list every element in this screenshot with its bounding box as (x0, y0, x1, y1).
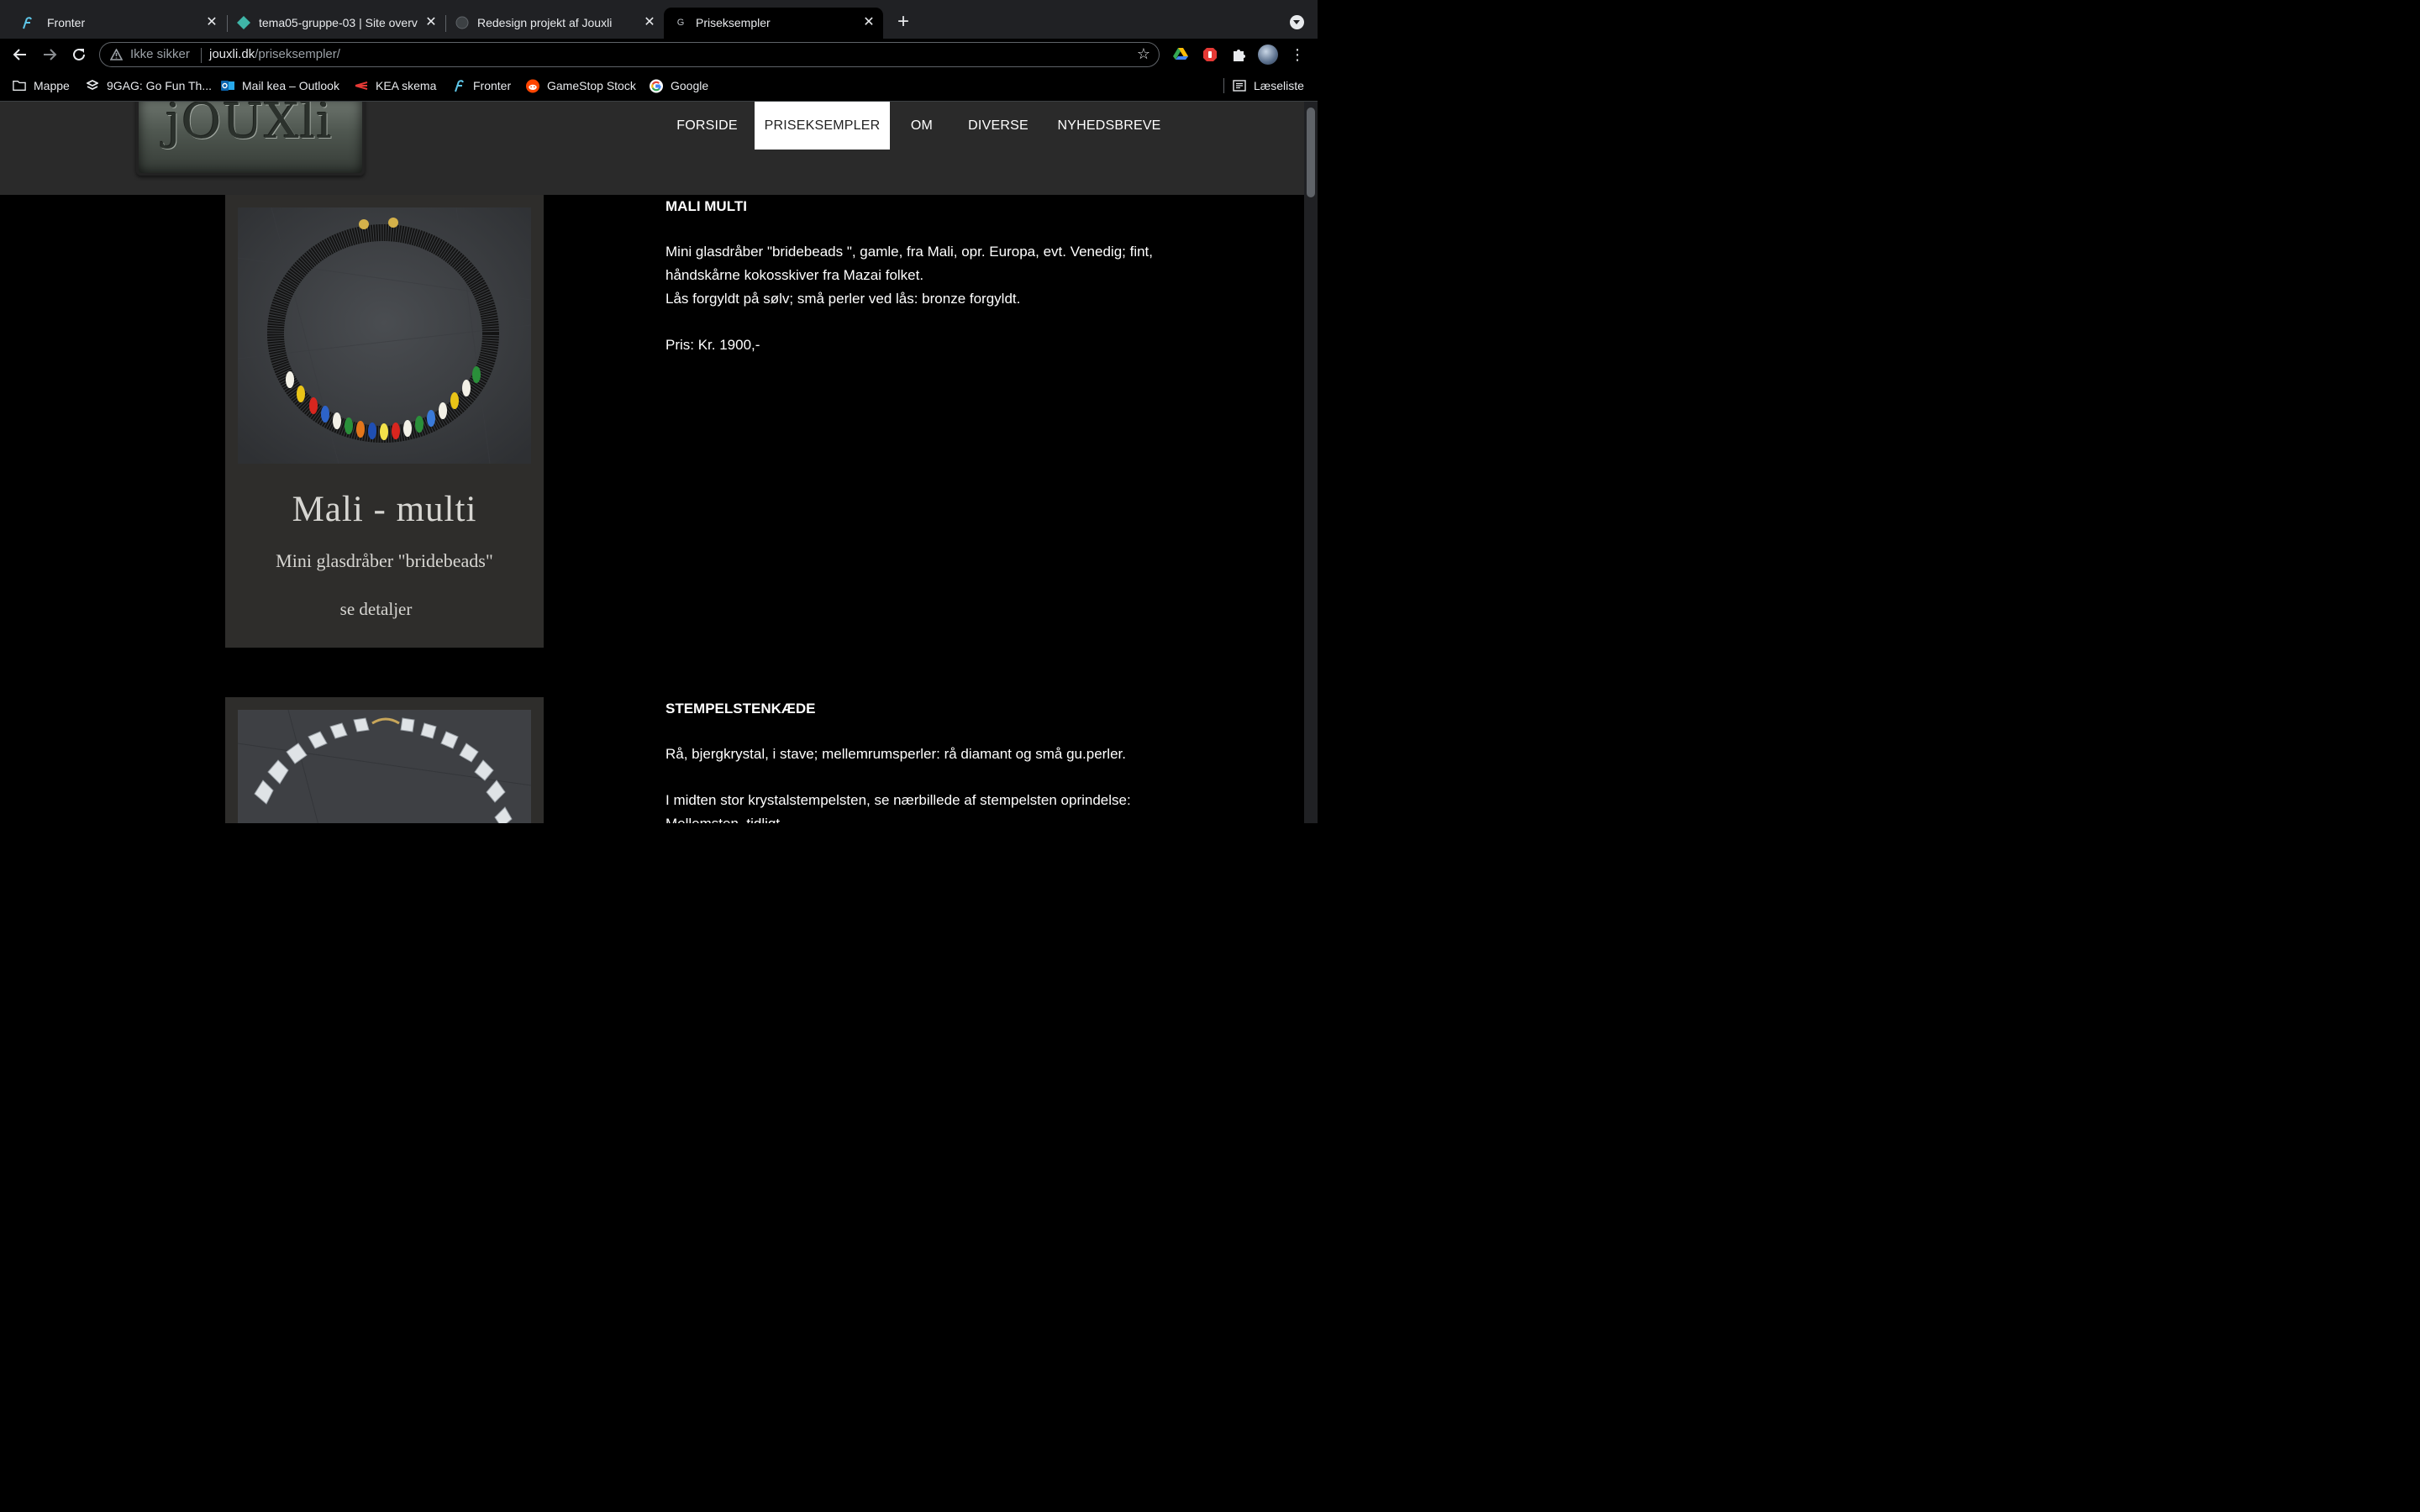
product-photo-necklace[interactable] (238, 207, 531, 464)
product-photo-crystal-necklace[interactable] (238, 710, 531, 823)
tab-title: tema05-gruppe-03 | Site overv (259, 16, 418, 29)
bookmark-9gag[interactable]: 9GAG: Go Fun Th... (86, 78, 212, 93)
reading-list-button[interactable]: Læseliste (1233, 78, 1304, 93)
tab-search-icon[interactable] (1290, 15, 1304, 29)
close-tab-icon[interactable]: ✕ (203, 14, 220, 31)
site-header: jOUXli FORSIDE PRISEKSEMPLER OM DIVERSE … (0, 102, 1304, 195)
reload-button[interactable] (68, 44, 90, 66)
reading-list-label: Læseliste (1254, 79, 1304, 92)
bookmark-google[interactable]: Google (650, 78, 708, 93)
tab-redesign[interactable]: Redesign projekt af Jouxli ✕ (445, 8, 664, 39)
product-description-line: Mini glasdråber "bridebeads ", gamle, fr… (666, 244, 1153, 260)
product-title: MALI MULTI (666, 198, 747, 214)
bookmark-label: Mappe (34, 79, 70, 92)
9gag-icon (86, 79, 99, 92)
tab-netlify[interactable]: tema05-gruppe-03 | Site overv ✕ (227, 8, 445, 39)
google-drive-icon[interactable] (1173, 47, 1188, 62)
nav-forside[interactable]: FORSIDE (667, 102, 747, 150)
profile-avatar[interactable] (1258, 45, 1278, 65)
page-viewport: jOUXli FORSIDE PRISEKSEMPLER OM DIVERSE … (0, 102, 1304, 823)
globe-icon (455, 16, 469, 29)
page-scrollbar[interactable] (1304, 102, 1318, 823)
nav-priseksempler[interactable]: PRISEKSEMPLER (755, 102, 890, 150)
close-tab-icon[interactable]: ✕ (860, 14, 877, 31)
product-description-line: I midten stor krystalstempelsten, se nær… (666, 792, 1131, 808)
card-details-link[interactable]: se detaljer (217, 599, 535, 620)
bookmark-label: 9GAG: Go Fun Th... (107, 79, 213, 92)
logo-text: jOUXli (166, 102, 333, 150)
default-page-icon: G (676, 18, 685, 28)
bookmark-label: Fronter (473, 79, 512, 92)
forward-button[interactable] (39, 44, 60, 66)
bookmark-outlook[interactable]: Mail kea – Outlook (221, 78, 339, 93)
scrollbar-thumb[interactable] (1307, 108, 1315, 197)
product-description-line: Lås forgyldt på sølv; små perler ved lås… (666, 291, 1021, 307)
bookmark-fronter[interactable]: Fronter (452, 78, 511, 93)
extensions-puzzle-icon[interactable] (1231, 47, 1246, 62)
tab-title: Fronter (47, 16, 86, 29)
google-icon (650, 79, 663, 92)
bookmark-gamestop[interactable]: GameStop Stock (526, 78, 636, 93)
security-status[interactable]: Ikke sikker (130, 47, 190, 61)
bookmark-label: Mail kea – Outlook (242, 79, 339, 92)
address-bar[interactable]: Ikke sikker jouxli.dk/priseksempler/ ☆ (99, 42, 1160, 67)
tab-priseksempler[interactable]: G Priseksempler ✕ (664, 8, 883, 39)
bookmark-kea[interactable]: KEA skema (355, 78, 436, 93)
tab-title: Priseksempler (696, 16, 771, 29)
warning-icon[interactable] (109, 48, 124, 65)
nav-diverse[interactable]: DIVERSE (958, 102, 1039, 150)
fronter-icon (452, 79, 466, 92)
fronter-icon (20, 16, 34, 29)
url-text[interactable]: jouxli.dk/priseksempler/ (209, 47, 340, 61)
product-title: STEMPELSTENKÆDE (666, 701, 816, 717)
kea-icon (355, 79, 368, 92)
folder-icon (13, 79, 26, 92)
close-tab-icon[interactable]: ✕ (423, 14, 439, 31)
product-description-line: Mellemsten, tidligt (666, 812, 780, 823)
reading-list-icon (1233, 79, 1246, 92)
bookmark-label: KEA skema (376, 79, 437, 92)
outlook-icon (221, 79, 234, 92)
nav-nyhedsbreve[interactable]: NYHEDSBREVE (1052, 102, 1166, 150)
bookmark-label: Google (671, 79, 709, 92)
card-title: Mali - multi (292, 490, 477, 529)
product-description-line: håndskårne kokosskiver fra Mazai folket. (666, 267, 924, 283)
browser-menu-icon[interactable]: ⋮ (1290, 47, 1305, 62)
address-divider (201, 48, 202, 63)
bookmarks-bar: Mappe 9GAG: Go Fun Th... Mail kea – Outl… (0, 71, 1318, 102)
bookmark-star-icon[interactable]: ☆ (1137, 45, 1150, 63)
close-tab-icon[interactable]: ✕ (641, 14, 658, 31)
url-host: jouxli.dk (209, 47, 255, 61)
bookmark-label: GameStop Stock (547, 79, 636, 92)
reddit-icon (526, 79, 539, 92)
product-description-line: Rå, bjergkrystal, i stave; mellemrumsper… (666, 746, 1126, 762)
adblock-icon[interactable] (1202, 47, 1218, 62)
netlify-icon (237, 16, 250, 29)
product-card-mali-multi[interactable]: Mali - multi Mini glasdråber "bridebeads… (225, 195, 544, 648)
tab-title: Redesign projekt af Jouxli (477, 16, 613, 29)
jouxli-logo[interactable]: jOUXli (136, 102, 365, 176)
card-subtitle: Mini glasdråber "bridebeads" (276, 550, 493, 571)
tab-strip: Fronter ✕ tema05-gruppe-03 | Site overv … (0, 0, 1318, 39)
bookmarks-separator (1223, 78, 1224, 93)
browser-toolbar: Ikke sikker jouxli.dk/priseksempler/ ☆ ⋮ (0, 39, 1318, 71)
url-path: /priseksempler/ (255, 47, 340, 61)
tab-fronter[interactable]: Fronter ✕ (7, 8, 227, 39)
back-button[interactable] (9, 44, 31, 66)
new-tab-button[interactable]: + (892, 12, 914, 34)
product-card-stempelsten[interactable] (225, 697, 544, 823)
product-price: Pris: Kr. 1900,- (666, 337, 760, 353)
nav-om[interactable]: OM (897, 102, 946, 150)
bookmark-mappe[interactable]: Mappe (13, 78, 70, 93)
